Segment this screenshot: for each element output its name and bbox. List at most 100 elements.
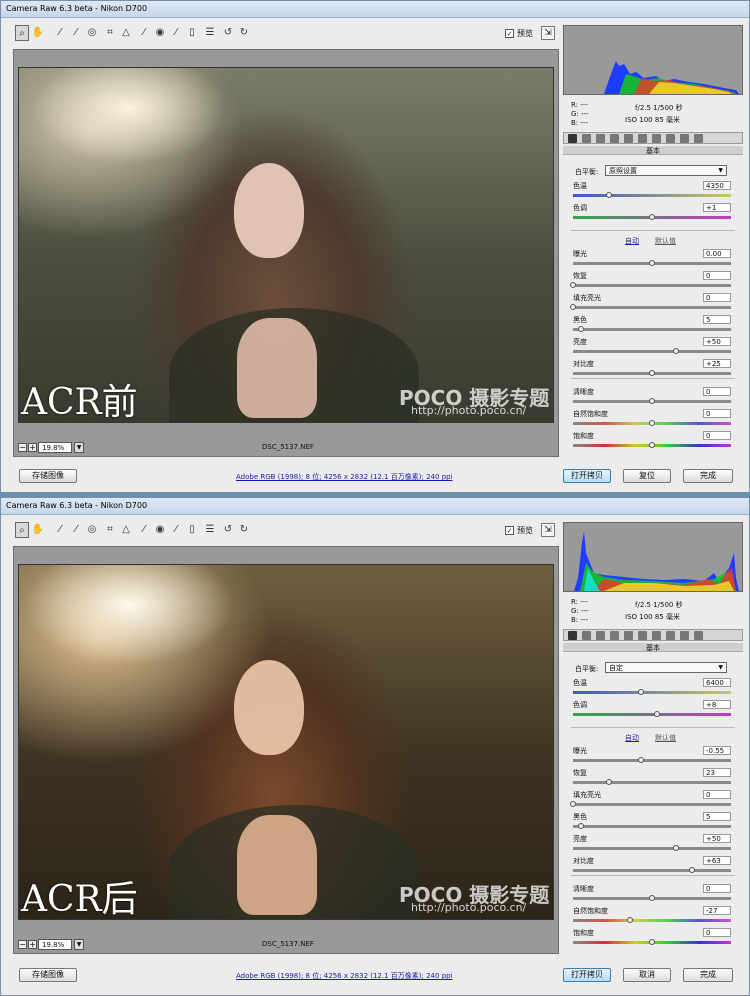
slider-value-field[interactable]: +63: [703, 856, 731, 865]
slider-value-field[interactable]: 0.00: [703, 249, 731, 258]
slider-track[interactable]: [573, 847, 731, 850]
done-button[interactable]: 完成: [683, 469, 733, 483]
zoom-in-icon[interactable]: +: [28, 940, 37, 949]
split-toning-tab-icon[interactable]: [624, 631, 633, 640]
slider-thumb[interactable]: [570, 304, 576, 310]
workflow-options-link[interactable]: Adobe RGB (1998); 8 位; 4256 x 2832 (12.1…: [236, 971, 453, 981]
tone-curve-tab-icon[interactable]: [582, 631, 591, 640]
hsl-tab-icon[interactable]: [610, 631, 619, 640]
detail-tab-icon[interactable]: [596, 631, 605, 640]
presets-tab-icon[interactable]: [680, 134, 689, 143]
adjustment-brush-icon[interactable]: ⁄: [169, 522, 183, 538]
red-eye-icon[interactable]: ◉: [153, 25, 167, 41]
slider-track[interactable]: [573, 284, 731, 287]
slider-track[interactable]: [573, 825, 731, 828]
slider-value-field[interactable]: +8: [703, 700, 731, 709]
slider-track[interactable]: [573, 306, 731, 309]
spot-removal-icon[interactable]: ⁄: [137, 522, 151, 538]
white-balance-select[interactable]: 自定 ▼: [605, 662, 727, 673]
adjustment-brush-icon[interactable]: ⁄: [169, 25, 183, 41]
hand-icon[interactable]: ✋: [31, 522, 45, 538]
slider-thumb[interactable]: [649, 420, 655, 426]
snapshots-tab-icon[interactable]: [694, 134, 703, 143]
preferences-icon[interactable]: ☰: [203, 25, 217, 41]
slider-track[interactable]: [573, 781, 731, 784]
slider-thumb[interactable]: [637, 757, 644, 763]
slider-value-field[interactable]: +50: [703, 337, 731, 346]
fullscreen-icon[interactable]: ⇲: [541, 26, 555, 40]
auto-link[interactable]: 自动: [625, 236, 639, 246]
camera-calibration-tab-icon[interactable]: [666, 631, 675, 640]
camera-calibration-tab-icon[interactable]: [666, 134, 675, 143]
presets-tab-icon[interactable]: [680, 631, 689, 640]
graduated-filter-icon[interactable]: ▯: [185, 522, 199, 538]
slider-thumb[interactable]: [626, 917, 633, 923]
slider-thumb[interactable]: [570, 801, 576, 807]
slider-thumb[interactable]: [577, 326, 584, 332]
chevron-down-icon[interactable]: ▼: [74, 442, 84, 453]
save-image-button[interactable]: 存储图像: [19, 469, 77, 483]
slider-value-field[interactable]: 23: [703, 768, 731, 777]
slider-value-field[interactable]: +50: [703, 834, 731, 843]
crop-icon[interactable]: ⌗: [103, 522, 117, 538]
slider-track[interactable]: [573, 919, 731, 922]
zoom-icon[interactable]: ⌕: [15, 25, 29, 41]
cancel-button[interactable]: 取消: [623, 968, 671, 982]
slider-value-field[interactable]: 5: [703, 812, 731, 821]
rotate-left-icon[interactable]: ↺: [221, 25, 235, 41]
zoom-level[interactable]: 19.8%: [38, 939, 72, 950]
slider-value-field[interactable]: 0: [703, 387, 731, 396]
slider-value-field[interactable]: 0: [703, 409, 731, 418]
slider-value-field[interactable]: 0: [703, 293, 731, 302]
zoom-out-icon[interactable]: −: [18, 940, 27, 949]
target-adjust-icon[interactable]: ◎: [85, 25, 99, 41]
slider-thumb[interactable]: [649, 895, 655, 901]
rotate-right-icon[interactable]: ↻: [237, 25, 251, 41]
hand-icon[interactable]: ✋: [31, 25, 45, 41]
split-toning-tab-icon[interactable]: [624, 134, 633, 143]
graduated-filter-icon[interactable]: ▯: [185, 25, 199, 41]
preferences-icon[interactable]: ☰: [203, 522, 217, 538]
tone-curve-tab-icon[interactable]: [582, 134, 591, 143]
slider-thumb[interactable]: [672, 348, 679, 354]
slider-value-field[interactable]: -27: [703, 906, 731, 915]
slider-thumb[interactable]: [577, 823, 584, 829]
slider-thumb[interactable]: [649, 214, 655, 220]
open-copy-button[interactable]: 打开拷贝: [563, 469, 611, 483]
open-copy-button[interactable]: 打开拷贝: [563, 968, 611, 982]
done-button[interactable]: 完成: [683, 968, 733, 982]
slider-thumb[interactable]: [649, 939, 655, 945]
slider-thumb[interactable]: [649, 442, 655, 448]
target-adjust-icon[interactable]: ◎: [85, 522, 99, 538]
slider-thumb[interactable]: [688, 867, 695, 873]
slider-track[interactable]: [573, 691, 731, 694]
straighten-icon[interactable]: △: [119, 522, 133, 538]
slider-value-field[interactable]: 0: [703, 884, 731, 893]
slider-track[interactable]: [573, 869, 731, 872]
slider-value-field[interactable]: 4350: [703, 181, 731, 190]
workflow-options-link[interactable]: Adobe RGB (1998); 8 位; 4256 x 2832 (12.1…: [236, 472, 453, 482]
crop-icon[interactable]: ⌗: [103, 25, 117, 41]
slider-thumb[interactable]: [606, 779, 613, 785]
slider-track[interactable]: [573, 759, 731, 762]
chevron-down-icon[interactable]: ▼: [74, 939, 84, 950]
slider-thumb[interactable]: [653, 711, 660, 717]
white-balance-icon[interactable]: ⁄: [53, 522, 67, 538]
white-balance-icon[interactable]: ⁄: [53, 25, 67, 41]
default-link[interactable]: 默认值: [655, 733, 676, 743]
straighten-icon[interactable]: △: [119, 25, 133, 41]
effects-tab-icon[interactable]: [652, 631, 661, 640]
slider-thumb[interactable]: [649, 370, 655, 376]
white-balance-select[interactable]: 原照设置 ▼: [605, 165, 727, 176]
red-eye-icon[interactable]: ◉: [153, 522, 167, 538]
auto-link[interactable]: 自动: [625, 733, 639, 743]
slider-track[interactable]: [573, 194, 731, 197]
slider-value-field[interactable]: 0: [703, 928, 731, 937]
slider-value-field[interactable]: -0.55: [703, 746, 731, 755]
slider-value-field[interactable]: 5: [703, 315, 731, 324]
basic-tab-icon[interactable]: [568, 134, 577, 143]
zoom-in-icon[interactable]: +: [28, 443, 37, 452]
rotate-left-icon[interactable]: ↺: [221, 522, 235, 538]
slider-track[interactable]: [573, 328, 731, 331]
slider-track[interactable]: [573, 803, 731, 806]
